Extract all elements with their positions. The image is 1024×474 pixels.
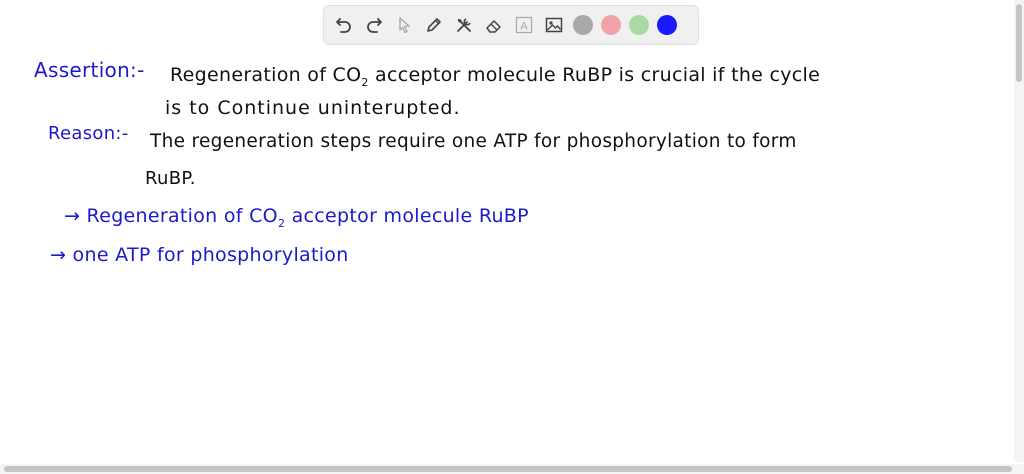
horizontal-scrollbar[interactable] [0, 464, 1024, 474]
horizontal-scrollbar-thumb[interactable] [4, 466, 1012, 472]
vertical-scrollbar[interactable] [1014, 0, 1024, 462]
point-1-text-a: → Regeneration of CO [64, 205, 278, 227]
text-icon-label: A [520, 21, 528, 33]
reason-line-1: The regeneration steps require one ATP f… [150, 131, 797, 152]
whiteboard-canvas[interactable]: A Assertion:- Regeneration of CO2 accept… [0, 0, 1024, 474]
undo-icon[interactable] [332, 13, 356, 37]
assertion-line-1: Regeneration of CO2 acceptor molecule Ru… [170, 66, 820, 88]
pen-icon[interactable] [422, 13, 446, 37]
drawing-toolbar: A [323, 5, 699, 45]
image-icon[interactable] [542, 13, 566, 37]
assertion-line-2: is to Continue uninterupted. [165, 97, 461, 119]
assertion-subscript: 2 [361, 75, 369, 89]
reason-label: Reason:- [48, 123, 129, 144]
eraser-icon[interactable] [482, 13, 506, 37]
assertion-text-b: acceptor molecule RuBP is crucial if the… [368, 64, 821, 86]
color-swatch-blue[interactable] [657, 15, 677, 35]
point-1-text-b: acceptor molecule RuBP [285, 205, 529, 227]
redo-icon[interactable] [362, 13, 386, 37]
point-2: → one ATP for phosphorylation [50, 244, 349, 266]
tools-icon[interactable] [452, 13, 476, 37]
point-1: → Regeneration of CO2 acceptor molecule … [64, 207, 529, 229]
color-swatch-gray[interactable] [573, 15, 593, 35]
color-swatch-green[interactable] [629, 15, 649, 35]
reason-line-2: RuBP. [145, 168, 196, 189]
pointer-icon[interactable] [392, 13, 416, 37]
vertical-scrollbar-thumb[interactable] [1016, 4, 1022, 82]
assertion-text-a: Regeneration of CO [170, 64, 362, 86]
assertion-label: Assertion:- [34, 58, 145, 82]
text-icon[interactable]: A [512, 13, 536, 37]
color-swatch-pink[interactable] [601, 15, 621, 35]
